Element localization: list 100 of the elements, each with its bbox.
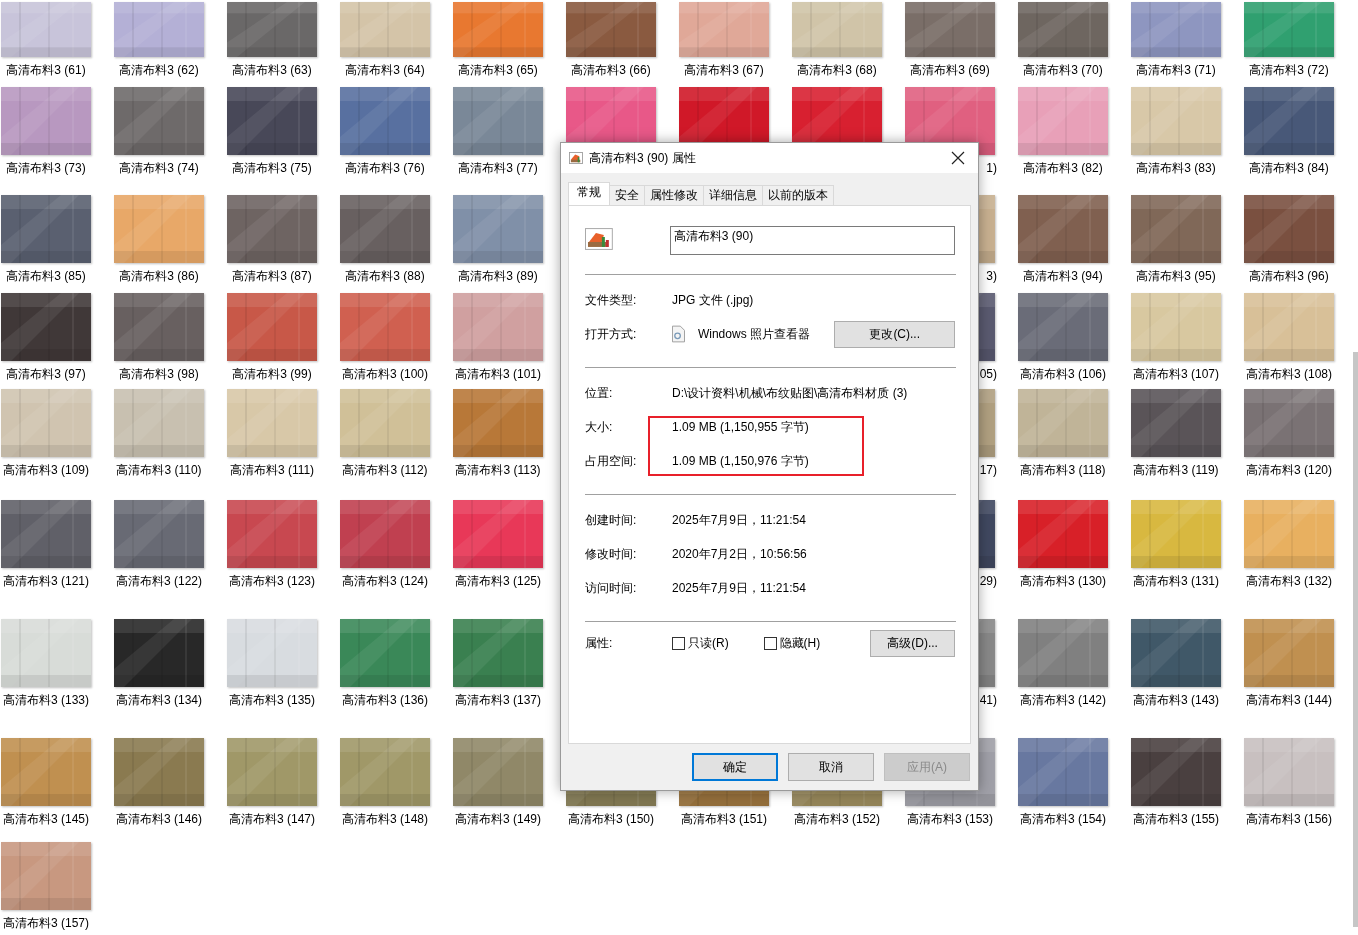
file-name[interactable]: 高清布料3 (120) — [1246, 463, 1332, 477]
file-name[interactable]: 高清布料3 (89) — [458, 269, 538, 283]
property-label: 属性: — [585, 634, 614, 652]
file-name[interactable]: 高清布料3 (121) — [3, 574, 89, 588]
file-name[interactable]: 高清布料3 (122) — [116, 574, 202, 588]
file-name[interactable]: 高清布料3 (142) — [1020, 693, 1106, 707]
file-name[interactable]: 高清布料3 (149) — [455, 812, 541, 826]
file-name[interactable]: 高清布料3 (70) — [1023, 63, 1103, 77]
file-name[interactable]: 高清布料3 (113) — [455, 463, 541, 477]
file-name[interactable]: 3) — [986, 269, 997, 283]
file-name[interactable]: 高清布料3 (130) — [1020, 574, 1106, 588]
file-name[interactable]: 高清布料3 (153) — [907, 812, 993, 826]
file-name[interactable]: 高清布料3 (64) — [345, 63, 425, 77]
file-name[interactable]: 高清布料3 (146) — [116, 812, 202, 826]
file-name[interactable]: 29) — [979, 574, 997, 588]
file-name[interactable]: 高清布料3 (145) — [3, 812, 89, 826]
scrollbar-thumb[interactable] — [1353, 352, 1358, 927]
file-name[interactable]: 41) — [979, 693, 997, 707]
checkbox-square[interactable] — [672, 636, 685, 650]
file-name[interactable]: 高清布料3 (76) — [345, 161, 425, 175]
property-value: D:\设计资料\机械\布纹贴图\高清布料材质 (3) — [672, 384, 908, 402]
file-name[interactable]: 高清布料3 (71) — [1136, 63, 1216, 77]
file-name[interactable]: 高清布料3 (67) — [684, 63, 764, 77]
tab[interactable]: 以前的版本 — [762, 185, 834, 205]
file-name[interactable]: 高清布料3 (134) — [116, 693, 202, 707]
file-name[interactable]: 高清布料3 (83) — [1136, 161, 1216, 175]
checkbox-square[interactable] — [763, 636, 777, 650]
file-name[interactable]: 高清布料3 (94) — [1023, 269, 1103, 283]
app-name: Windows 照片查看器 — [697, 325, 811, 343]
file-name[interactable]: 高清布料3 (101) — [455, 367, 541, 381]
file-name[interactable]: 高清布料3 (97) — [6, 367, 86, 381]
file-name[interactable]: 高清布料3 (123) — [229, 574, 315, 588]
file-name[interactable]: 高清布料3 (62) — [119, 63, 199, 77]
file-name[interactable]: 高清布料3 (95) — [1136, 269, 1216, 283]
property-value: 1.09 MB (1,150,976 字节) — [672, 452, 809, 470]
file-name[interactable]: 高清布料3 (157) — [3, 916, 89, 930]
file-name[interactable]: 高清布料3 (135) — [229, 693, 315, 707]
dialog-button[interactable]: 取消 — [788, 753, 874, 781]
file-name[interactable]: 高清布料3 (68) — [797, 63, 877, 77]
tab[interactable]: 常规 — [568, 182, 610, 205]
file-name[interactable]: 高清布料3 (69) — [910, 63, 990, 77]
file-name[interactable]: 高清布料3 (98) — [119, 367, 199, 381]
file-name[interactable]: 高清布料3 (136) — [342, 693, 428, 707]
file-name[interactable]: 高清布料3 (119) — [1133, 463, 1219, 477]
file-name[interactable]: 高清布料3 (77) — [458, 161, 538, 175]
file-name[interactable]: 高清布料3 (82) — [1023, 161, 1103, 175]
checkbox[interactable]: 隐藏(H) — [763, 634, 856, 652]
change-button[interactable]: 更改(C)... — [834, 320, 955, 348]
property-label: 位置: — [585, 384, 614, 402]
file-name[interactable]: 高清布料3 (85) — [6, 269, 86, 283]
dialog-button[interactable]: 确定 — [692, 753, 778, 781]
file-name[interactable]: 高清布料3 (144) — [1246, 693, 1332, 707]
file-name[interactable]: 1) — [986, 161, 997, 175]
file-name[interactable]: 高清布料3 (111) — [229, 463, 315, 477]
file-name[interactable]: 高清布料3 (124) — [342, 574, 428, 588]
file-name-field[interactable]: 高清布料3 (90) — [669, 226, 955, 255]
file-name[interactable]: 高清布料3 (108) — [1246, 367, 1332, 381]
file-name[interactable]: 高清布料3 (148) — [342, 812, 428, 826]
file-name[interactable]: 高清布料3 (150) — [568, 812, 654, 826]
file-name[interactable]: 高清布料3 (99) — [232, 367, 312, 381]
file-name[interactable]: 高清布料3 (75) — [232, 161, 312, 175]
file-name[interactable]: 高清布料3 (137) — [455, 693, 541, 707]
file-name[interactable]: 05) — [979, 367, 997, 381]
file-name[interactable]: 高清布料3 (106) — [1020, 367, 1106, 381]
file-name[interactable]: 高清布料3 (132) — [1246, 574, 1332, 588]
file-name[interactable]: 高清布料3 (147) — [229, 812, 315, 826]
file-name[interactable]: 高清布料3 (125) — [455, 574, 541, 588]
file-name[interactable]: 高清布料3 (156) — [1246, 812, 1332, 826]
file-name[interactable]: 高清布料3 (112) — [342, 463, 428, 477]
file-name[interactable]: 高清布料3 (66) — [571, 63, 651, 77]
file-name[interactable]: 高清布料3 (152) — [794, 812, 880, 826]
file-name[interactable]: 高清布料3 (65) — [458, 63, 538, 77]
file-name[interactable]: 高清布料3 (154) — [1020, 812, 1106, 826]
file-name[interactable]: 高清布料3 (63) — [232, 63, 312, 77]
property-label: 访问时间: — [585, 579, 638, 597]
file-name[interactable]: 高清布料3 (88) — [345, 269, 425, 283]
file-name[interactable]: 高清布料3 (61) — [6, 63, 86, 77]
file-name[interactable]: 高清布料3 (118) — [1020, 463, 1106, 477]
file-name[interactable]: 高清布料3 (72) — [1249, 63, 1329, 77]
checkbox[interactable]: 只读(R) — [672, 634, 764, 652]
file-name[interactable]: 高清布料3 (151) — [681, 812, 767, 826]
file-name[interactable]: 高清布料3 (155) — [1133, 812, 1219, 826]
file-name[interactable]: 高清布料3 (143) — [1133, 693, 1219, 707]
file-name[interactable]: 高清布料3 (84) — [1249, 161, 1329, 175]
file-name[interactable]: 高清布料3 (73) — [6, 161, 86, 175]
file-name[interactable]: 高清布料3 (109) — [3, 463, 89, 477]
file-name[interactable]: 高清布料3 (100) — [342, 367, 428, 381]
property-value: 1.09 MB (1,150,955 字节) — [672, 418, 809, 436]
file-name[interactable]: 高清布料3 (87) — [232, 269, 312, 283]
file-name[interactable]: 高清布料3 (86) — [119, 269, 199, 283]
file-name[interactable]: 17) — [979, 463, 997, 477]
file-name[interactable]: 高清布料3 (131) — [1133, 574, 1219, 588]
property-value: JPG 文件 (.jpg) — [672, 291, 754, 309]
file-name[interactable]: 高清布料3 (110) — [116, 463, 202, 477]
file-name[interactable]: 高清布料3 (107) — [1133, 367, 1219, 381]
property-label: 文件类型: — [585, 291, 638, 309]
advanced-button[interactable]: 高级(D)... — [870, 629, 955, 657]
file-name[interactable]: 高清布料3 (133) — [3, 693, 89, 707]
file-name[interactable]: 高清布料3 (74) — [119, 161, 199, 175]
file-name[interactable]: 高清布料3 (96) — [1249, 269, 1329, 283]
